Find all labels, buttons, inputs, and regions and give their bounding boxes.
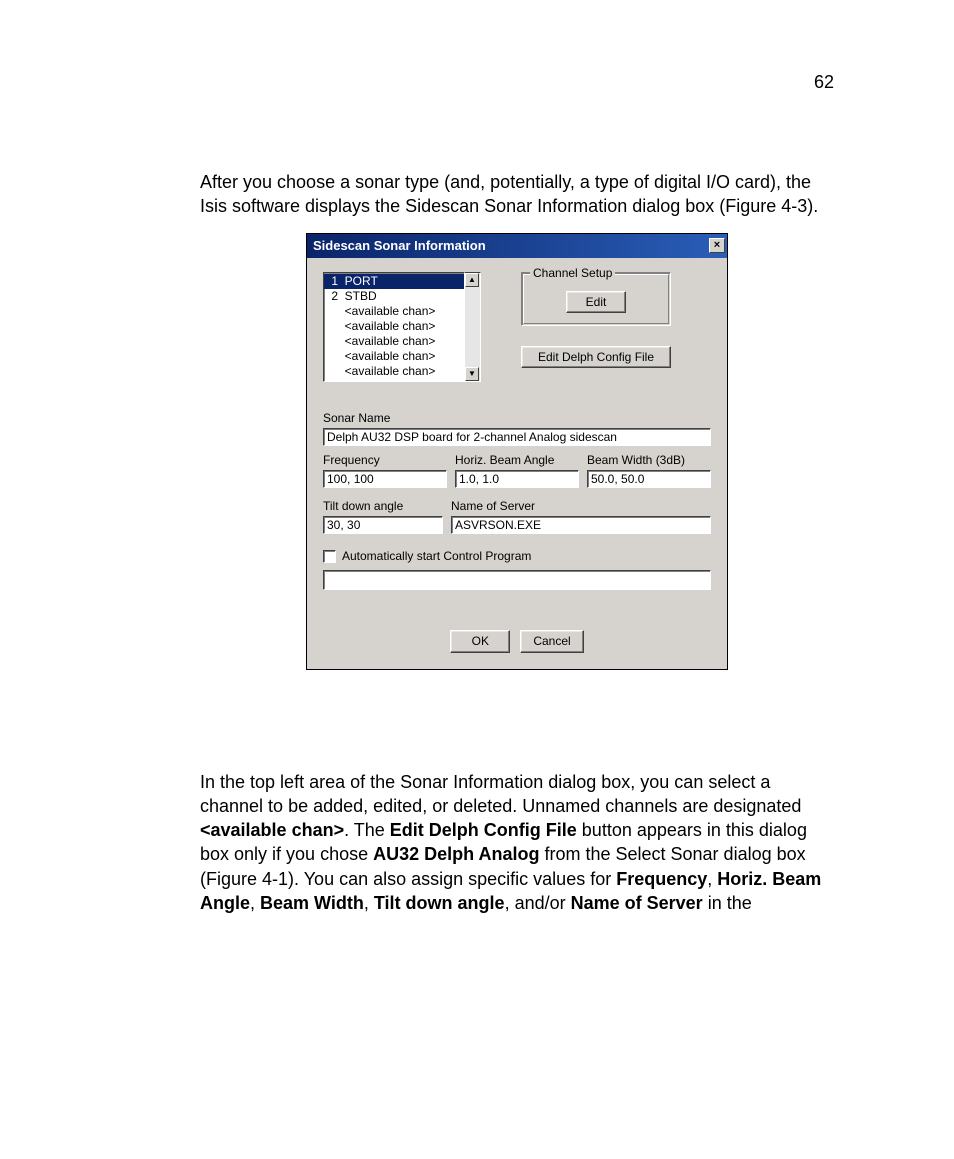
beam-width-field: Beam Width (3dB) 50.0, 50.0 [587,452,711,488]
list-item[interactable]: <available chan> [324,364,464,379]
scroll-up-icon[interactable]: ▲ [465,273,479,287]
auto-start-label: Automatically start Control Program [342,548,531,564]
text-bold-beam-width: Beam Width [260,893,364,913]
text-bold-au32: AU32 Delph Analog [373,844,539,864]
text: In the top left area of the Sonar Inform… [200,772,801,816]
dialog-button-row: OK Cancel [323,630,711,652]
sidescan-dialog: Sidescan Sonar Information × 1 PORT 2 ST… [306,233,728,670]
text: , and/or [505,893,571,913]
list-item[interactable]: 2 STBD [324,289,464,304]
sonar-name-input[interactable]: Delph AU32 DSP board for 2-channel Analo… [323,428,711,446]
text: , [250,893,260,913]
frequency-field: Frequency 100, 100 [323,452,447,488]
dialog-title: Sidescan Sonar Information [313,237,486,255]
text-bold-frequency: Frequency [616,869,707,889]
channel-setup-legend: Channel Setup [530,265,615,281]
tilt-down-angle-field: Tilt down angle 30, 30 [323,498,443,534]
sonar-name-field: Sonar Name Delph AU32 DSP board for 2-ch… [323,410,711,446]
text: in the [703,893,752,913]
frequency-input[interactable]: 100, 100 [323,470,447,488]
name-of-server-label: Name of Server [451,498,711,514]
after-paragraph: In the top left area of the Sonar Inform… [200,770,834,916]
text: , [707,869,717,889]
dialog-titlebar[interactable]: Sidescan Sonar Information × [307,234,727,258]
list-item[interactable]: <available chan> [324,349,464,364]
channel-listbox-wrap: 1 PORT 2 STBD <available chan> <availabl… [323,272,481,382]
cancel-button[interactable]: Cancel [520,630,583,652]
list-item[interactable]: 1 PORT [324,274,464,289]
text-bold-name-of-server: Name of Server [571,893,703,913]
channel-setup-group: Channel Setup Edit [521,272,671,326]
document-page: 62 After you choose a sonar type (and, p… [0,0,954,1159]
dialog-top-right: Channel Setup Edit Edit Delph Config Fil… [521,272,711,368]
horiz-beam-angle-field: Horiz. Beam Angle 1.0, 1.0 [455,452,579,488]
horiz-beam-angle-label: Horiz. Beam Angle [455,452,579,468]
close-icon[interactable]: × [709,238,725,253]
sonar-name-label: Sonar Name [323,410,711,426]
ok-button[interactable]: OK [450,630,510,652]
text-bold-edit-delph: Edit Delph Config File [390,820,577,840]
list-item[interactable]: <available chan> [324,334,464,349]
row-tilt-server: Tilt down angle 30, 30 Name of Server AS… [323,498,711,534]
text-bold-available-chan: <available chan> [200,820,344,840]
beam-width-label: Beam Width (3dB) [587,452,711,468]
tilt-down-angle-input[interactable]: 30, 30 [323,516,443,534]
auto-start-checkbox[interactable] [323,550,336,563]
horiz-beam-angle-input[interactable]: 1.0, 1.0 [455,470,579,488]
row-freq-beam: Frequency 100, 100 Horiz. Beam Angle 1.0… [323,452,711,488]
auto-start-row: Automatically start Control Program [323,548,711,564]
tilt-down-angle-label: Tilt down angle [323,498,443,514]
control-program-path-input[interactable] [323,570,711,590]
edit-delph-config-button[interactable]: Edit Delph Config File [521,346,671,368]
list-item[interactable]: <available chan> [324,319,464,334]
dialog-body: 1 PORT 2 STBD <available chan> <availabl… [307,258,727,669]
figure-wrapper: Sidescan Sonar Information × 1 PORT 2 ST… [200,233,834,670]
frequency-label: Frequency [323,452,447,468]
beam-width-input[interactable]: 50.0, 50.0 [587,470,711,488]
text: , [364,893,374,913]
text-bold-tilt-down-angle: Tilt down angle [374,893,505,913]
name-of-server-input[interactable]: ASVRSON.EXE [451,516,711,534]
page-number: 62 [814,70,834,94]
listbox-scrollbar[interactable]: ▲ ▼ [465,272,481,382]
text: . The [344,820,390,840]
dialog-top-row: 1 PORT 2 STBD <available chan> <availabl… [323,272,711,382]
intro-paragraph: After you choose a sonar type (and, pote… [200,170,834,219]
scroll-down-icon[interactable]: ▼ [465,367,479,381]
edit-button[interactable]: Edit [566,291,626,313]
channel-listbox[interactable]: 1 PORT 2 STBD <available chan> <availabl… [323,272,465,382]
name-of-server-field: Name of Server ASVRSON.EXE [451,498,711,534]
list-item[interactable]: <available chan> [324,304,464,319]
